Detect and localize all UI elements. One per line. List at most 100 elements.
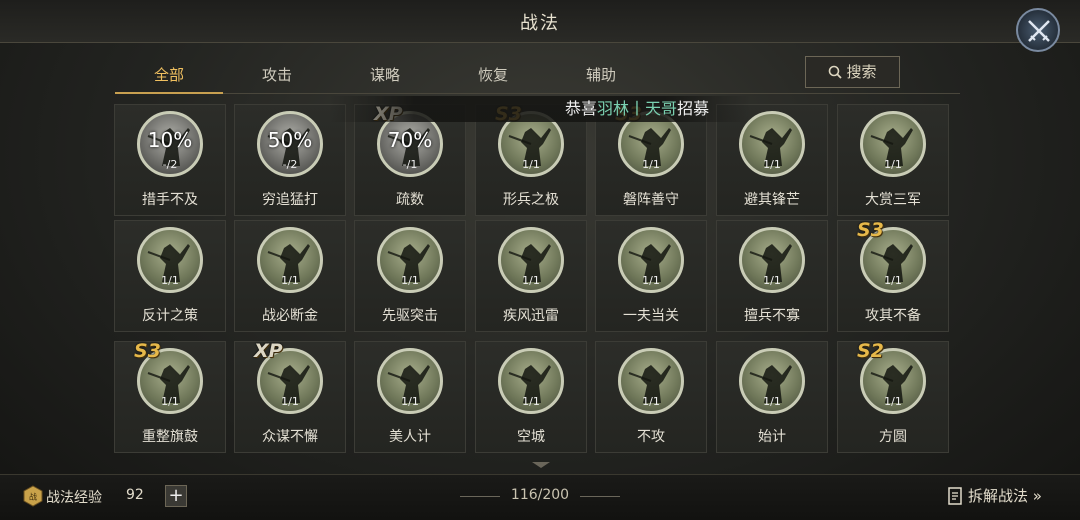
tactic-name: 避其锋芒 [744,192,800,208]
tactic-icon: 1/1 [257,227,323,293]
tactic-name: 空城 [517,429,545,445]
tactic-level: -/1 [402,158,418,171]
tactic-card[interactable]: 1/1 XP 众谋不懈 [234,340,346,453]
tactic-card[interactable]: 1/1 始计 [716,341,828,453]
tactic-name: 战必断金 [262,308,318,324]
marquee-separator: 丨 [629,99,646,118]
page-title: 战法 [520,13,560,34]
season-badge: S3 [857,219,884,241]
tactic-level: 1/1 [522,395,540,408]
tactic-name: 始计 [758,429,786,445]
tactic-level: 1/1 [642,395,660,408]
tactic-name: 一夫当关 [623,308,679,324]
tactic-card[interactable]: 1/1 大赏三军 [837,104,949,216]
tactic-level: -/2 [282,158,298,171]
tab-recover[interactable]: 恢复 [439,60,547,94]
tactic-icon: 1/1 [498,348,564,414]
tactic-icon: 1/1 [137,227,203,293]
tactic-card[interactable]: 1/1 先驱突击 [354,220,466,332]
tactic-card[interactable]: 1/1 空城 [475,341,587,453]
tactic-icon: 1/1 [498,227,564,293]
search-button[interactable]: 搜索 [805,56,900,88]
tactic-card[interactable]: 1/1 S2 方圆 [837,340,949,453]
tactic-icon: 1/1 [377,348,443,414]
tactic-card[interactable]: 1/1 不攻 [595,341,707,453]
tactic-level: 1/1 [401,395,419,408]
tactic-name: 形兵之极 [503,192,559,208]
tactic-progress: 10% [147,128,193,152]
season-badge: XP [254,340,283,362]
tactic-count: 116/200 [460,487,620,503]
add-exp-button[interactable]: + [165,485,187,507]
marquee-name2: 天哥 [645,99,678,118]
marquee-suffix: 招募 [677,99,710,118]
tactic-name: 不攻 [637,429,665,445]
tactic-icon: 1/1 [618,227,684,293]
top-bar: 战法 [0,0,1080,43]
tactic-name: 先驱突击 [382,308,438,324]
tactic-level: 1/1 [161,395,179,408]
tactic-name: 磐阵善守 [623,192,679,208]
tactic-icon: 1/1 [739,348,805,414]
season-badge: S2 [857,340,884,362]
tactic-card[interactable]: 1/1 擅兵不寡 [716,220,828,332]
tactic-level: -/2 [162,158,178,171]
scroll-down-indicator [532,462,550,468]
tactic-card[interactable]: 1/1 S3 攻其不备 [837,219,949,332]
tactic-name: 攻其不备 [865,308,921,324]
tactic-icon: 1/1 [618,348,684,414]
tab-all[interactable]: 全部 [115,60,223,94]
tactics-grid: 10%-/2措手不及50%-/2穷追猛打70%-/1XP疏数1/1S3形兵之极1… [114,104,954,466]
tactic-level: 1/1 [884,158,902,171]
tactic-card[interactable]: 1/1 美人计 [354,341,466,453]
tactic-icon: 1/1 [377,227,443,293]
tactic-icon: 10% -/2 [137,111,203,177]
tactic-level: 1/1 [401,274,419,287]
tactic-icon: 1/1 [860,111,926,177]
tactic-card[interactable]: 1/1 疾风迅雷 [475,220,587,332]
tactic-level: 1/1 [281,395,299,408]
crossed-swords-icon [1028,20,1050,42]
tactic-level: 1/1 [642,158,660,171]
tactic-name: 重整旗鼓 [142,429,198,445]
close-button[interactable] [1016,8,1060,52]
tactic-card[interactable]: 1/1 战必断金 [234,220,346,332]
tab-assist[interactable]: 辅助 [547,60,655,94]
tactic-card[interactable]: 1/1 S3 重整旗鼓 [114,340,226,453]
tactic-exp-icon: 战 [23,485,43,507]
tactic-level: 1/1 [522,158,540,171]
tactic-card[interactable]: 1/1 一夫当关 [595,220,707,332]
tactic-name: 方圆 [879,429,907,445]
tactic-card[interactable]: 10% -/2 措手不及 [114,104,226,216]
announcement-marquee: 恭喜羽林丨天哥招募 [330,96,750,122]
marquee-prefix: 恭喜 [565,99,598,118]
tactic-card[interactable]: 1/1 反计之策 [114,220,226,332]
tab-attack[interactable]: 攻击 [223,60,331,94]
tactic-name: 美人计 [389,429,431,445]
tactic-progress: 70% [387,128,433,152]
tactic-level: 1/1 [161,274,179,287]
tactic-name: 众谋不懈 [262,429,318,445]
exp-value: 92 [126,487,144,503]
tactic-level: 1/1 [884,395,902,408]
document-icon [948,487,962,505]
tactic-level: 1/1 [763,395,781,408]
tactic-progress: 50% [267,128,313,152]
tactic-level: 1/1 [642,274,660,287]
dismantle-label: 拆解战法 » [968,487,1042,505]
tactic-icon: 1/1 [739,227,805,293]
search-icon [829,65,843,79]
tactic-level: 1/1 [522,274,540,287]
tactic-name: 疏数 [396,192,424,208]
tactic-level: 1/1 [281,274,299,287]
tactic-name: 疾风迅雷 [503,308,559,324]
marquee-name1: 羽林 [597,99,630,118]
tactic-name: 大赏三军 [865,192,921,208]
tactic-level: 1/1 [763,274,781,287]
tactic-name: 擅兵不寡 [744,308,800,324]
tactic-name: 反计之策 [142,308,198,324]
dismantle-button[interactable]: 拆解战法 » [948,485,1042,506]
tab-strategy[interactable]: 谋略 [331,60,439,94]
search-label: 搜索 [846,63,877,81]
tactic-name: 穷追猛打 [262,192,318,208]
